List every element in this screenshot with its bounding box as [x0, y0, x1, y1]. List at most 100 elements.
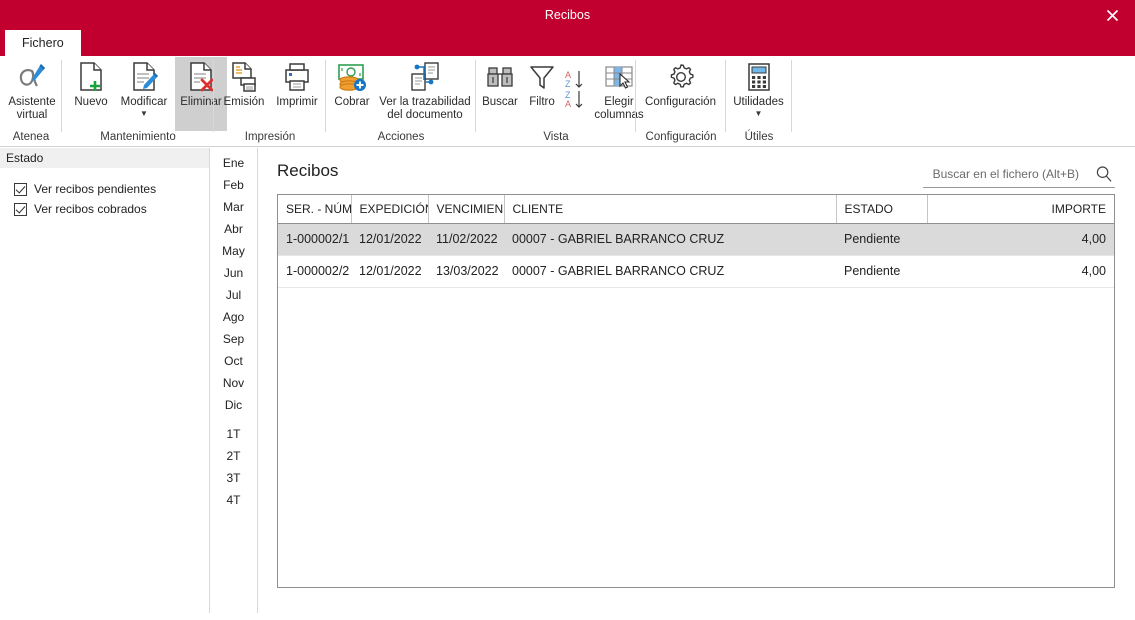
checkbox-icon[interactable] [14, 182, 27, 196]
column-header-estado[interactable]: ESTADO [836, 195, 928, 224]
ribbon-button-filtro[interactable]: Filtro [522, 57, 562, 131]
cell-vencimiento: 11/02/2022 [428, 223, 504, 256]
ribbon-button-label: Buscar [482, 96, 518, 108]
period-item-abr[interactable]: Abr [210, 222, 257, 236]
cell-ser-num: 1-000002/1 [278, 223, 351, 256]
document-pencil-icon [129, 60, 159, 94]
period-item-ene[interactable]: Ene [210, 156, 257, 170]
period-item-1t[interactable]: 1T [210, 427, 257, 441]
column-header-vencimiento[interactable]: VENCIMIEN... [428, 195, 505, 224]
period-item-2t[interactable]: 2T [210, 449, 257, 463]
ribbon-group-label: Vista [543, 131, 569, 143]
cell-estado: Pendiente [836, 255, 927, 288]
period-item-jul[interactable]: Jul [210, 288, 257, 302]
period-item-mar[interactable]: Mar [210, 200, 257, 214]
search-input[interactable] [923, 162, 1083, 186]
period-selector: Ene Feb Mar Abr May Jun Jul Ago Sep Oct … [210, 148, 258, 613]
cell-cliente: 00007 - GABRIEL BARRANCO CRUZ [504, 255, 836, 288]
ribbon-group-acciones: Cobrar Ver la trazabilidad del documento… [326, 56, 476, 146]
main-content: Recibos SER. - NÚM. EXPEDICIÓN VENCIMIEN… [258, 148, 1135, 613]
ribbon-button-cobrar[interactable]: Cobrar [328, 57, 376, 131]
tab-fichero[interactable]: Fichero [5, 30, 81, 56]
ribbon-group-atenea: Asistente virtual Atenea [0, 56, 62, 146]
ribbon-button-label: Configuración [645, 96, 716, 108]
period-item-3t[interactable]: 3T [210, 471, 257, 485]
sort-az-za-icon: A Z Z A [563, 67, 589, 113]
ribbon-group-utiles: Utilidades ▼ Útiles [726, 56, 792, 146]
ribbon-group-label: Impresión [244, 131, 296, 143]
calculator-icon [745, 60, 773, 94]
application-window: Recibos Fichero Asistente virtual Atenea… [0, 0, 1135, 620]
ribbon-group-label: Atenea [12, 131, 50, 143]
ribbon-button-ordenar[interactable]: A Z Z A [562, 57, 590, 131]
ribbon-button-asistente-virtual[interactable]: Asistente virtual [4, 57, 60, 131]
ribbon-group-vista: Buscar Filtro A Z Z A Elegir columnas Vi… [476, 56, 644, 146]
ribbon-group-impresion: Emisión Imprimir Impresión [214, 56, 326, 146]
cell-expedicion: 12/01/2022 [351, 223, 428, 256]
ribbon-button-emision[interactable]: Emisión [218, 57, 270, 131]
ribbon-button-label: Cobrar [334, 96, 370, 108]
ribbon-button-configuracion[interactable]: Configuración [636, 57, 725, 131]
cell-estado: Pendiente [836, 223, 927, 256]
table-header: SER. - NÚM. EXPEDICIÓN VENCIMIEN... CLIE… [278, 195, 1114, 224]
period-item-ago[interactable]: Ago [210, 310, 257, 324]
period-item-sep[interactable]: Sep [210, 332, 257, 346]
column-header-ser-num[interactable]: SER. - NÚM. [278, 195, 352, 224]
table-body: 1-000002/1 12/01/2022 11/02/2022 00007 -… [278, 223, 1114, 288]
svg-text:A: A [565, 99, 571, 109]
column-header-expedicion[interactable]: EXPEDICIÓN [351, 195, 429, 224]
cell-importe: 4,00 [927, 223, 1114, 256]
ribbon-button-nuevo[interactable]: Nuevo [68, 57, 114, 131]
ribbon-button-ver-trazabilidad[interactable]: Ver la trazabilidad del documento [375, 57, 475, 137]
ribbon-button-buscar[interactable]: Buscar [478, 57, 522, 131]
document-plus-icon [76, 60, 106, 94]
search-box [923, 162, 1115, 188]
filter-panel: Estado Ver recibos pendientes Ver recibo… [0, 148, 210, 613]
chevron-down-icon[interactable]: ▼ [140, 110, 148, 118]
ribbon-button-label: Ver la trazabilidad del documento [379, 96, 471, 121]
page-title: Recibos [277, 161, 339, 180]
ribbon-group-label: Configuración [645, 131, 717, 143]
filter-label: Ver recibos pendientes [34, 182, 157, 196]
chevron-down-icon[interactable]: ▼ [755, 110, 763, 118]
ribbon-group-configuracion: Configuración Configuración [636, 56, 726, 146]
ribbon-button-label: Nuevo [74, 96, 108, 108]
ribbon-button-label: Filtro [529, 96, 555, 108]
ribbon: Asistente virtual Atenea Nuevo Modificar… [0, 56, 1135, 147]
title-bar: Recibos [0, 0, 1135, 30]
close-icon[interactable] [1089, 0, 1135, 30]
ribbon-button-imprimir[interactable]: Imprimir [271, 57, 323, 131]
period-item-oct[interactable]: Oct [210, 354, 257, 368]
ribbon-button-modificar[interactable]: Modificar ▼ [115, 57, 173, 137]
period-item-nov[interactable]: Nov [210, 376, 257, 390]
ribbon-button-label: Imprimir [276, 96, 318, 108]
table-header-row: SER. - NÚM. EXPEDICIÓN VENCIMIEN... CLIE… [278, 195, 1114, 224]
column-header-importe[interactable]: IMPORTE [927, 195, 1114, 224]
period-item-feb[interactable]: Feb [210, 178, 257, 192]
period-item-jun[interactable]: Jun [210, 266, 257, 280]
filter-ver-recibos-pendientes[interactable]: Ver recibos pendientes [14, 182, 156, 196]
traceability-icon [405, 60, 445, 94]
printer-icon [282, 60, 312, 94]
table-row[interactable]: 1-000002/2 12/01/2022 13/03/2022 00007 -… [278, 255, 1114, 288]
table-row[interactable]: 1-000002/1 12/01/2022 11/02/2022 00007 -… [278, 223, 1114, 256]
alpha-pen-icon [15, 60, 49, 94]
period-item-may[interactable]: May [210, 244, 257, 258]
binoculars-icon [485, 60, 515, 94]
filter-ver-recibos-cobrados[interactable]: Ver recibos cobrados [14, 202, 147, 216]
svg-text:Z: Z [565, 79, 571, 89]
period-item-4t[interactable]: 4T [210, 493, 257, 507]
search-icon[interactable] [1095, 165, 1113, 183]
ribbon-button-utilidades[interactable]: Utilidades ▼ [726, 57, 791, 137]
ribbon-tab-strip: Fichero [0, 30, 1135, 56]
document-print-icon [229, 60, 259, 94]
cell-vencimiento: 13/03/2022 [428, 255, 504, 288]
funnel-icon [528, 60, 556, 94]
ribbon-button-label: Emisión [223, 96, 265, 108]
column-header-cliente[interactable]: CLIENTE [504, 195, 837, 224]
checkbox-icon[interactable] [14, 202, 27, 216]
ribbon-group-label: Útiles [744, 131, 774, 143]
period-item-dic[interactable]: Dic [210, 398, 257, 412]
money-coins-plus-icon [336, 60, 368, 94]
ribbon-group-mantenimiento: Nuevo Modificar ▼ Eliminar Mantenimiento [62, 56, 227, 146]
